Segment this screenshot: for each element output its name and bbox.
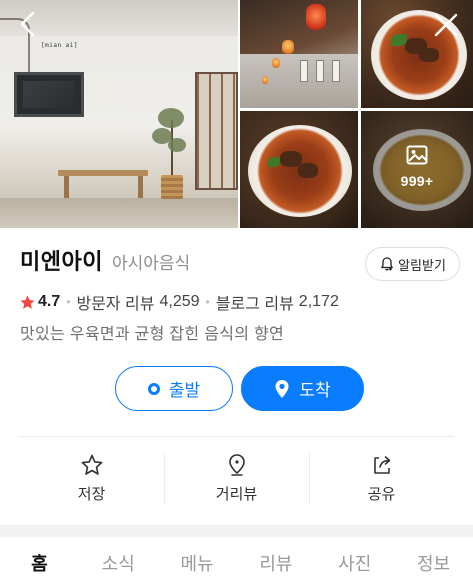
beef-slice — [298, 163, 318, 178]
hanging-lantern — [262, 76, 268, 84]
wooden-bench — [58, 170, 148, 176]
street-view-label: 거리뷰 — [215, 485, 258, 503]
depart-button[interactable]: 출발 — [115, 366, 233, 411]
chevron-left-icon — [20, 11, 35, 37]
interior-window — [316, 60, 324, 82]
share-button[interactable]: 공유 — [309, 437, 454, 519]
tab-bar: 홈 소식 메뉴 리뷰 사진 정보 — [0, 537, 473, 588]
save-button[interactable]: 저장 — [19, 437, 164, 519]
storefront-window — [14, 72, 84, 117]
bell-plus-icon — [381, 257, 393, 271]
hanging-lantern — [282, 40, 294, 54]
action-bar: 저장 거리뷰 공유 — [19, 437, 454, 519]
depart-label: 출발 — [168, 381, 201, 400]
hanging-lantern — [272, 58, 280, 68]
star-outline-icon — [81, 454, 102, 475]
visitor-review-count[interactable]: 4,259 — [160, 293, 200, 311]
tab-reviews[interactable]: 리뷰 — [236, 550, 315, 576]
back-button[interactable] — [14, 10, 42, 38]
close-button[interactable] — [431, 10, 461, 40]
notify-button[interactable]: 알림받기 — [365, 247, 460, 281]
separator-dot: • — [205, 295, 210, 309]
review-stats: 4.7 • 방문자 리뷰 4,259 • 블로그 리뷰 2,172 — [19, 290, 339, 314]
image-icon — [406, 145, 428, 165]
tab-info[interactable]: 정보 — [394, 550, 473, 576]
close-icon — [434, 13, 458, 37]
separator-dot: • — [66, 295, 71, 309]
tab-news[interactable]: 소식 — [79, 550, 158, 576]
share-label: 공유 — [367, 485, 396, 503]
bench-leg — [138, 176, 143, 198]
section-divider — [0, 525, 473, 537]
arrive-button[interactable]: 도착 — [241, 366, 364, 411]
place-description: 맛있는 우육면과 균형 잡힌 음식의 향연 — [20, 326, 285, 343]
blog-review-count[interactable]: 2,172 — [299, 293, 339, 311]
map-pin-icon — [275, 379, 289, 398]
interior-window — [300, 60, 308, 82]
origin-dot-icon — [147, 382, 160, 395]
visitor-review-label[interactable]: 방문자 리뷰 — [76, 290, 154, 314]
arrive-label: 도착 — [299, 381, 331, 400]
storefront-floor — [0, 198, 238, 228]
bok-choy — [391, 34, 407, 46]
beef-slice — [419, 48, 439, 62]
place-title-row: 미엔아이 아시아음식 — [20, 244, 190, 278]
interior-window — [332, 60, 340, 82]
street-view-button[interactable]: 거리뷰 — [164, 437, 309, 519]
photo-fried-rice-more[interactable]: 999+ — [361, 111, 473, 228]
bench-leg — [64, 176, 69, 198]
share-icon — [373, 455, 390, 474]
rating-value: 4.7 — [38, 293, 61, 310]
shop-sign-text: [mian ai] — [41, 42, 79, 49]
photo-spicy-noodle-bowl[interactable] — [240, 111, 358, 228]
more-photos-badge: 999+ — [361, 145, 473, 190]
location-pin-outline-icon — [228, 453, 245, 476]
tab-home[interactable]: 홈 — [0, 550, 79, 576]
blog-review-label[interactable]: 블로그 리뷰 — [216, 290, 294, 314]
plant-leaves — [158, 108, 184, 128]
photo-interior[interactable] — [240, 0, 358, 108]
place-category: 아시아음식 — [111, 254, 191, 273]
storefront-door — [195, 72, 238, 190]
place-name: 미엔아이 — [20, 249, 103, 274]
plant-pot — [161, 175, 183, 199]
herb-garnish — [268, 157, 280, 167]
notify-label: 알림받기 — [398, 257, 446, 273]
tab-menu[interactable]: 메뉴 — [158, 550, 237, 576]
star-icon — [20, 294, 35, 309]
save-label: 저장 — [77, 485, 106, 503]
photo-gallery[interactable]: [mian ai] 999+ — [0, 0, 473, 228]
interior-wall — [240, 54, 358, 108]
plant-leaves — [168, 138, 186, 152]
red-lantern — [306, 4, 326, 30]
more-photos-count: 999+ — [400, 173, 434, 189]
tab-photos[interactable]: 사진 — [315, 550, 394, 576]
